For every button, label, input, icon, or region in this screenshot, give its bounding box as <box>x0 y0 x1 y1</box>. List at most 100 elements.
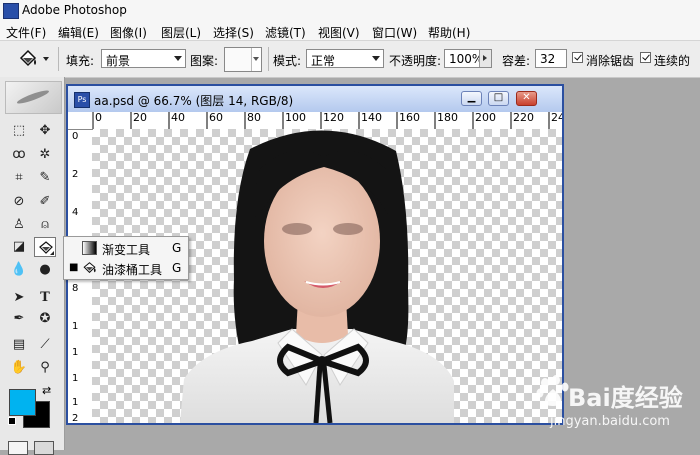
menu-image[interactable]: 图像(I) <box>110 24 147 41</box>
zoom-tool[interactable]: ⚲ <box>34 358 56 378</box>
flyout-item-label: 油漆桶工具 <box>102 263 163 277</box>
ruler-label: 8 <box>72 283 79 294</box>
chevron-down-icon <box>372 56 380 61</box>
document-title-bar: Ps aa.psd @ 66.7% (图层 14, RGB/8) ▁ □ ✕ <box>68 86 562 112</box>
default-colors-icon[interactable] <box>8 417 16 425</box>
paint-bucket-icon <box>39 241 53 254</box>
pen-tool[interactable]: ✒ <box>8 309 30 329</box>
minimize-button[interactable]: ▁ <box>461 91 482 106</box>
menu-bar: 文件(F) 编辑(E) 图像(I) 图层(L) 选择(S) 滤镜(T) 视图(V… <box>0 21 700 41</box>
ruler-label: 2 <box>72 413 79 424</box>
contiguous-checkbox[interactable] <box>640 52 651 63</box>
selected-bullet-icon: ■ <box>69 262 79 273</box>
blur-tool[interactable]: 💧 <box>8 260 30 280</box>
ruler-label: 0 <box>72 131 79 142</box>
preset-dropdown-arrow <box>43 57 49 61</box>
antialias-checkbox[interactable] <box>572 52 583 63</box>
crop-tool[interactable]: ⌗ <box>8 168 30 188</box>
baidu-watermark: Bai度经验 jingyan.baidu.com <box>536 372 696 436</box>
swap-colors-icon[interactable]: ⇄ <box>42 384 51 397</box>
ruler-label: 220 <box>513 112 534 124</box>
watermark-url: jingyan.baidu.com <box>550 414 670 429</box>
slice-tool[interactable]: ✎ <box>34 168 56 188</box>
close-button[interactable]: ✕ <box>516 91 537 106</box>
clone-stamp-tool[interactable]: ♙ <box>8 215 30 235</box>
eyedropper-tool[interactable]: ⟋ <box>34 335 56 355</box>
ruler-label: 40 <box>171 112 185 124</box>
menu-help[interactable]: 帮助(H) <box>428 24 470 41</box>
tolerance-field[interactable]: 32 <box>535 49 567 68</box>
shortcut-key: G <box>172 241 182 255</box>
ruler-label: 200 <box>475 112 496 124</box>
pattern-picker[interactable] <box>224 47 262 72</box>
menu-file[interactable]: 文件(F) <box>6 24 46 41</box>
tool-preset-picker[interactable] <box>17 48 51 70</box>
ruler-label: 180 <box>437 112 458 124</box>
custom-shape-tool[interactable]: ✪ <box>34 309 56 329</box>
ruler-origin[interactable] <box>68 112 93 130</box>
lasso-tool[interactable]: ꝏ <box>8 145 30 165</box>
chevron-down-icon <box>174 56 182 61</box>
fill-label: 填充: <box>66 54 95 68</box>
flyout-item-paint-bucket[interactable]: ■ 油漆桶工具 G <box>64 258 188 278</box>
document-title: aa.psd @ 66.7% (图层 14, RGB/8) <box>94 94 294 108</box>
mode-select[interactable]: 正常 <box>306 49 384 68</box>
ruler-label: 100 <box>285 112 306 124</box>
type-tool[interactable]: T <box>34 288 56 308</box>
history-brush-tool[interactable]: ⍝ <box>34 215 56 235</box>
ruler-label: 1 <box>72 397 79 408</box>
ruler-label: 1 <box>72 373 79 384</box>
eraser-tool[interactable]: ◪ <box>8 237 30 257</box>
notes-tool[interactable]: ▤ <box>8 335 30 355</box>
ruler-label: 20 <box>133 112 147 124</box>
flyout-item-gradient[interactable]: 渐变工具 G <box>64 238 188 258</box>
quick-mask-button[interactable] <box>8 441 28 455</box>
flyout-item-label: 渐变工具 <box>102 243 151 257</box>
baidu-paw-logo <box>536 375 569 406</box>
maximize-button[interactable]: □ <box>488 91 509 106</box>
paint-bucket-icon <box>83 262 96 274</box>
foreground-color-swatch[interactable] <box>9 389 36 416</box>
ruler-label: 160 <box>399 112 420 124</box>
ruler-label: 80 <box>247 112 261 124</box>
antialias-label: 消除锯齿 <box>586 54 635 68</box>
divider <box>268 47 269 71</box>
dodge-tool[interactable]: ● <box>34 260 56 280</box>
ruler-label: 140 <box>361 112 382 124</box>
ruler-label: 120 <box>323 112 344 124</box>
tolerance-label: 容差: <box>502 54 531 68</box>
chevron-down-icon <box>253 57 259 61</box>
opacity-field[interactable]: 100% <box>444 49 492 68</box>
menu-layer[interactable]: 图层(L) <box>161 24 201 41</box>
path-selection-tool[interactable]: ➤ <box>8 288 30 308</box>
magic-wand-tool[interactable]: ✲ <box>34 145 56 165</box>
fill-select[interactable]: 前景 <box>101 49 186 68</box>
opacity-slider-button[interactable] <box>479 50 491 67</box>
menu-select[interactable]: 选择(S) <box>213 24 254 41</box>
mode-select-value: 正常 <box>311 54 336 68</box>
opacity-label: 不透明度: <box>389 54 442 68</box>
ruler-label: 60 <box>209 112 223 124</box>
options-bar: 填充: 前景 图案: 模式: 正常 不透明度: 100% 容差: 32 消除锯齿… <box>0 41 700 78</box>
fill-select-value: 前景 <box>106 54 131 68</box>
move-tool[interactable]: ✥ <box>34 121 56 141</box>
screen-mode-button[interactable] <box>34 441 54 455</box>
menu-filter[interactable]: 滤镜(T) <box>265 24 306 41</box>
ruler-label: 4 <box>72 207 79 218</box>
menu-window[interactable]: 窗口(W) <box>372 24 417 41</box>
divider <box>58 47 59 71</box>
ruler-label: 24 <box>551 112 562 124</box>
menu-view[interactable]: 视图(V) <box>318 24 360 41</box>
paint-bucket-tool[interactable] <box>34 237 56 257</box>
ruler-label: 2 <box>72 169 79 180</box>
ruler-label: 1 <box>72 347 79 358</box>
hand-tool[interactable]: ✋ <box>8 358 30 378</box>
contiguous-label: 连续的 <box>654 54 691 68</box>
marquee-tool[interactable]: ⬚ <box>8 121 30 141</box>
paint-bucket-icon <box>19 49 37 67</box>
brush-tool[interactable]: ✐ <box>34 192 56 212</box>
window-title: Adobe Photoshop <box>22 3 127 17</box>
healing-brush-tool[interactable]: ⊘ <box>8 192 30 212</box>
menu-edit[interactable]: 编辑(E) <box>58 24 99 41</box>
horizontal-ruler: 0 20 40 60 80 100 120 140 160 180 200 22… <box>92 112 562 130</box>
